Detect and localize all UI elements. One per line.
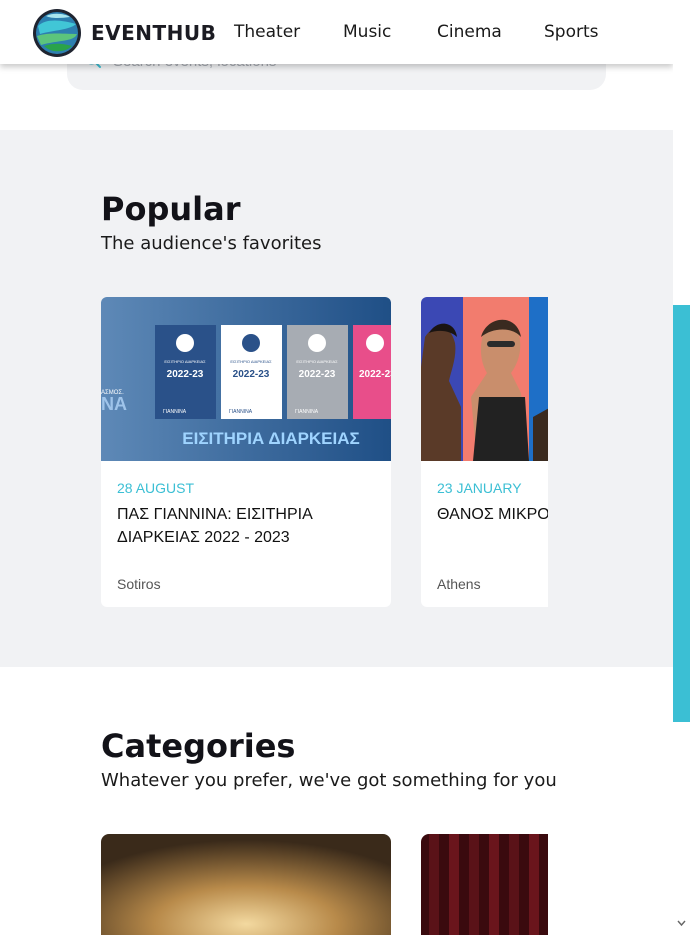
svg-text:ΓΙΑΝΝΙΝΑ: ΓΙΑΝΝΙΝΑ [295, 409, 319, 415]
event-location: Sotiros [117, 576, 161, 592]
svg-text:ΕΙΣΙΤΗΡΙΑ ΔΙΑΡΚΕΙΑΣ: ΕΙΣΙΤΗΡΙΑ ΔΙΑΡΚΕΙΑΣ [182, 429, 359, 448]
nav-music[interactable]: Music [343, 22, 391, 42]
category-card[interactable] [421, 834, 548, 935]
popular-carousel: ΝΑ ΑΣΜΟΣ. ΕΙΣΙΤΗΡΙΟ ΔΙΑΡΚΕΙΑΣ 2022-23 ΓΙ… [101, 297, 548, 607]
event-location: Athens [437, 576, 481, 592]
category-image-concert-lights [101, 834, 391, 935]
svg-text:ΓΙΑΝΝΙΝΑ: ΓΙΑΝΝΙΝΑ [163, 409, 187, 415]
globe-logo-icon[interactable] [32, 8, 82, 58]
svg-text:ΑΣΜΟΣ.: ΑΣΜΟΣ. [101, 390, 124, 396]
category-card[interactable] [101, 834, 391, 935]
categories-subtitle: Whatever you prefer, we've got something… [101, 770, 557, 791]
popular-subtitle: The audience's favorites [101, 233, 322, 254]
categories-section: Categories Whatever you prefer, we've go… [0, 667, 673, 935]
event-title[interactable]: ΘΑΝΟΣ ΜΙΚΡΟ έργα [437, 503, 548, 526]
categories-title: Categories [101, 727, 296, 765]
nav-cinema[interactable]: Cinema [437, 22, 502, 42]
popular-title: Popular [101, 190, 241, 228]
event-image-season-tickets[interactable]: ΝΑ ΑΣΜΟΣ. ΕΙΣΙΤΗΡΙΟ ΔΙΑΡΚΕΙΑΣ 2022-23 ΓΙ… [101, 297, 391, 461]
nav-theater[interactable]: Theater [234, 22, 300, 42]
event-title[interactable]: ΠΑΣ ΓΙΑΝΝΙΝΑ: ΕΙΣΙΤΗΡΙΑ ΔΙΑΡΚΕΙΑΣ 2022 -… [117, 503, 367, 549]
category-image-theater-curtain [421, 834, 548, 935]
site-header: EVENTHUB Theater Music Cinema Sports [0, 0, 673, 64]
event-card[interactable]: ΝΑ ΑΣΜΟΣ. ΕΙΣΙΤΗΡΙΟ ΔΙΑΡΚΕΙΑΣ 2022-23 ΓΙ… [101, 297, 391, 607]
event-image-concert[interactable] [421, 297, 548, 461]
event-card[interactable]: 23 JANUARY ΘΑΝΟΣ ΜΙΚΡΟ έργα Athens [421, 297, 548, 607]
svg-text:2022-23: 2022-23 [299, 369, 336, 380]
event-date: 23 JANUARY [437, 480, 522, 496]
scrollbar-thumb[interactable] [673, 305, 690, 722]
svg-text:ΓΙΑΝΝΙΝΑ: ΓΙΑΝΝΙΝΑ [229, 409, 253, 415]
side-text: ΝΑ ΑΣΜΟΣ. [101, 390, 127, 414]
svg-text:2022-23: 2022-23 [359, 369, 391, 380]
brand-name[interactable]: EVENTHUB [91, 21, 216, 45]
nav-sports[interactable]: Sports [544, 22, 599, 42]
categories-carousel [101, 834, 548, 935]
svg-text:2022-23: 2022-23 [233, 369, 270, 380]
popular-section: Popular The audience's favorites ΝΑ ΑΣΜΟ… [0, 130, 673, 667]
svg-text:ΝΑ: ΝΑ [101, 394, 127, 414]
scroll-down-arrow-icon[interactable] [677, 919, 686, 928]
page-scrollbar[interactable] [673, 0, 690, 935]
svg-text:2022-23: 2022-23 [167, 369, 204, 380]
svg-text:ΕΙΣΙΤΗΡΙΟ ΔΙΑΡΚΕΙΑΣ: ΕΙΣΙΤΗΡΙΟ ΔΙΑΡΚΕΙΑΣ [164, 359, 206, 364]
event-date: 28 AUGUST [117, 480, 195, 496]
svg-text:ΕΙΣΙΤΗΡΙΟ ΔΙΑΡΚΕΙΑΣ: ΕΙΣΙΤΗΡΙΟ ΔΙΑΡΚΕΙΑΣ [230, 359, 272, 364]
svg-text:ΕΙΣΙΤΗΡΙΟ ΔΙΑΡΚΕΙΑΣ: ΕΙΣΙΤΗΡΙΟ ΔΙΑΡΚΕΙΑΣ [296, 359, 338, 364]
